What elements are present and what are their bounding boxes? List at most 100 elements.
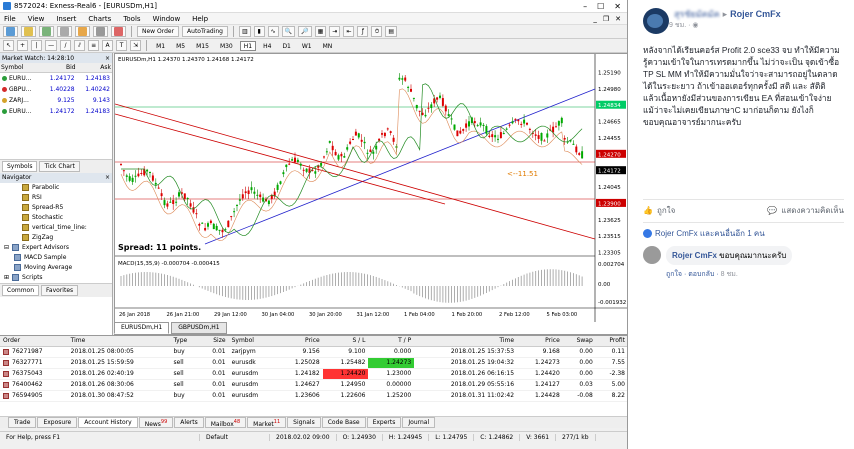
trendline-tool[interactable]: / [60, 40, 72, 51]
comment-reply-link[interactable]: ตอบกลับ [688, 271, 714, 278]
menu-file[interactable]: File [4, 15, 16, 23]
col-bid[interactable]: Bid [41, 63, 77, 73]
post-time[interactable]: 9 ชม. · [669, 22, 690, 29]
terminal-col-header[interactable]: Price [517, 336, 563, 347]
templates-button[interactable]: ▤ [385, 26, 398, 37]
tf-mn[interactable]: MN [319, 41, 337, 51]
history-row[interactable]: 76327771 2018.01.25 15:59:59 sell 0.01 eurus… [0, 357, 627, 369]
child-minimize-icon[interactable]: _ [593, 15, 597, 23]
zoom-out-button[interactable]: 🔎 [298, 26, 312, 37]
child-close-icon[interactable]: ✕ [615, 15, 621, 23]
terminal-tab[interactable]: Market11 [247, 417, 287, 428]
minimize-icon[interactable]: – [583, 2, 587, 11]
terminal-tab[interactable]: Exposure [37, 417, 78, 428]
market-watch-row[interactable]: ZARJ... 9.125 9.143 [0, 95, 112, 106]
menu-tools[interactable]: Tools [123, 15, 140, 23]
cursor-tool[interactable]: ↖ [3, 40, 15, 51]
expert-item[interactable]: Moving Average [0, 263, 112, 273]
channel-tool[interactable]: ⫽ [74, 40, 86, 51]
menu-insert[interactable]: Insert [56, 15, 76, 23]
mw-symbol[interactable]: ZARJ... [0, 95, 41, 106]
market-watch-row[interactable]: EURU... 1.24172 1.24183 [0, 106, 112, 117]
close-icon[interactable]: ✕ [614, 2, 621, 11]
new-order-button[interactable]: New Order [137, 26, 180, 37]
author-name[interactable]: สุรชัยมัคมัค [674, 9, 720, 19]
label-tool[interactable]: T [116, 40, 128, 51]
terminal-tab[interactable]: Account History [78, 417, 138, 428]
close-icon[interactable]: × [105, 174, 110, 181]
like-button[interactable]: 👍 ถูกใจ [643, 204, 675, 217]
indicator-item[interactable]: Stochastic [0, 213, 112, 223]
terminal-tab[interactable]: Experts [366, 417, 402, 428]
author-avatar[interactable] [643, 8, 669, 34]
profiles-button[interactable] [21, 26, 36, 37]
scripts-folder[interactable]: ⊞ Scripts [0, 273, 112, 283]
terminal-tab[interactable]: Signals [287, 417, 321, 428]
new-chart-button[interactable] [3, 26, 18, 37]
tf-w1[interactable]: W1 [298, 41, 316, 51]
mw-symbol[interactable]: EURU... [0, 73, 41, 84]
tf-m1[interactable]: M1 [152, 41, 169, 51]
indicator-item[interactable]: RSI [0, 193, 112, 203]
data-window-button[interactable] [57, 26, 72, 37]
comment-like-link[interactable]: ถูกใจ [666, 271, 682, 278]
indicator-item[interactable]: ZigZag [0, 233, 112, 243]
indicator-item[interactable]: vertical_time_line: [0, 223, 112, 233]
comment-time[interactable]: 8 ชม. [721, 271, 738, 278]
candle-chart-button[interactable]: ▮ [253, 26, 265, 37]
terminal-col-header[interactable]: T / P [368, 336, 415, 347]
vertical-line-tool[interactable]: | [31, 40, 43, 51]
market-watch-row[interactable]: GBPU... 1.40228 1.40242 [0, 84, 112, 95]
chart-tab-eurusdm[interactable]: EURUSDm,H1 [114, 322, 170, 334]
terminal-col-header[interactable]: Time [414, 336, 518, 347]
market-watch-button[interactable] [39, 26, 54, 37]
tab-common[interactable]: Common [2, 284, 40, 296]
zoom-in-button[interactable]: 🔍 [281, 26, 296, 37]
history-row[interactable]: 76271987 2018.01.25 08:00:05 buy 0.01 zarjpy… [0, 346, 627, 358]
terminal-col-header[interactable]: Time [67, 336, 171, 347]
text-tool[interactable]: A [102, 40, 114, 51]
menu-help[interactable]: Help [192, 15, 208, 23]
comment-author[interactable]: Rojer CmFx [672, 251, 717, 260]
terminal-tab[interactable]: Alerts [174, 417, 204, 428]
commenter-avatar[interactable] [643, 246, 661, 264]
autotrading-button[interactable]: AutoTrading [182, 26, 228, 37]
tf-d1[interactable]: D1 [278, 41, 294, 51]
terminal-col-header[interactable]: Order [0, 336, 68, 347]
terminal-button[interactable] [93, 26, 108, 37]
horizontal-line-tool[interactable]: — [45, 40, 58, 51]
mw-symbol[interactable]: EURU... [0, 106, 41, 117]
fibonacci-tool[interactable]: ≡ [88, 40, 100, 51]
page-name[interactable]: Rojer CmFx [730, 9, 781, 19]
arrows-tool[interactable]: ⇲ [130, 40, 142, 51]
tf-m15[interactable]: M15 [192, 41, 213, 51]
col-ask[interactable]: Ask [76, 63, 112, 73]
autoscroll-button[interactable]: ⇥ [329, 26, 341, 37]
tf-h1[interactable]: H1 [239, 40, 257, 51]
expert-advisors-folder[interactable]: ⊟ Expert Advisors [0, 243, 112, 253]
menu-view[interactable]: View [28, 15, 45, 23]
terminal-col-header[interactable]: Price [276, 336, 323, 347]
child-restore-icon[interactable]: ❐ [603, 15, 609, 23]
terminal-col-header[interactable]: Type [170, 336, 200, 347]
tf-m30[interactable]: M30 [216, 41, 237, 51]
tf-h4[interactable]: H4 [259, 41, 275, 51]
terminal-tab[interactable]: Code Base [321, 417, 366, 428]
comment-button[interactable]: 💬 แสดงความคิดเห็น [767, 204, 844, 217]
tab-symbols[interactable]: Symbols [2, 160, 38, 172]
history-row[interactable]: 76400462 2018.01.26 08:30:06 sell 0.01 eurus… [0, 379, 627, 391]
price-chart[interactable]: 1.25190 1.24980 1.24834 1.24665 1.24455 1.242… [114, 54, 627, 322]
strategy-tester-button[interactable] [111, 26, 126, 37]
indicators-button[interactable]: ƒ [357, 26, 369, 37]
history-row[interactable]: 76594905 2018.01.30 08:47:52 buy 0.01 eurusd… [0, 390, 627, 402]
chart-tab-gbpusdm[interactable]: GBPUSDm,H1 [171, 322, 227, 334]
terminal-col-header[interactable]: S / L [322, 336, 369, 347]
chart-window[interactable]: 1.25190 1.24980 1.24834 1.24665 1.24455 1.242… [114, 53, 627, 335]
tab-favorites[interactable]: Favorites [41, 284, 79, 296]
terminal-tab[interactable]: Trade [8, 417, 37, 428]
indicator-item[interactable]: Spread-R5 [0, 203, 112, 213]
periods-button[interactable]: ⏱ [371, 26, 383, 37]
crosshair-tool[interactable]: + [17, 40, 29, 51]
terminal-col-header[interactable]: Size [199, 336, 229, 347]
navigator-button[interactable] [75, 26, 90, 37]
